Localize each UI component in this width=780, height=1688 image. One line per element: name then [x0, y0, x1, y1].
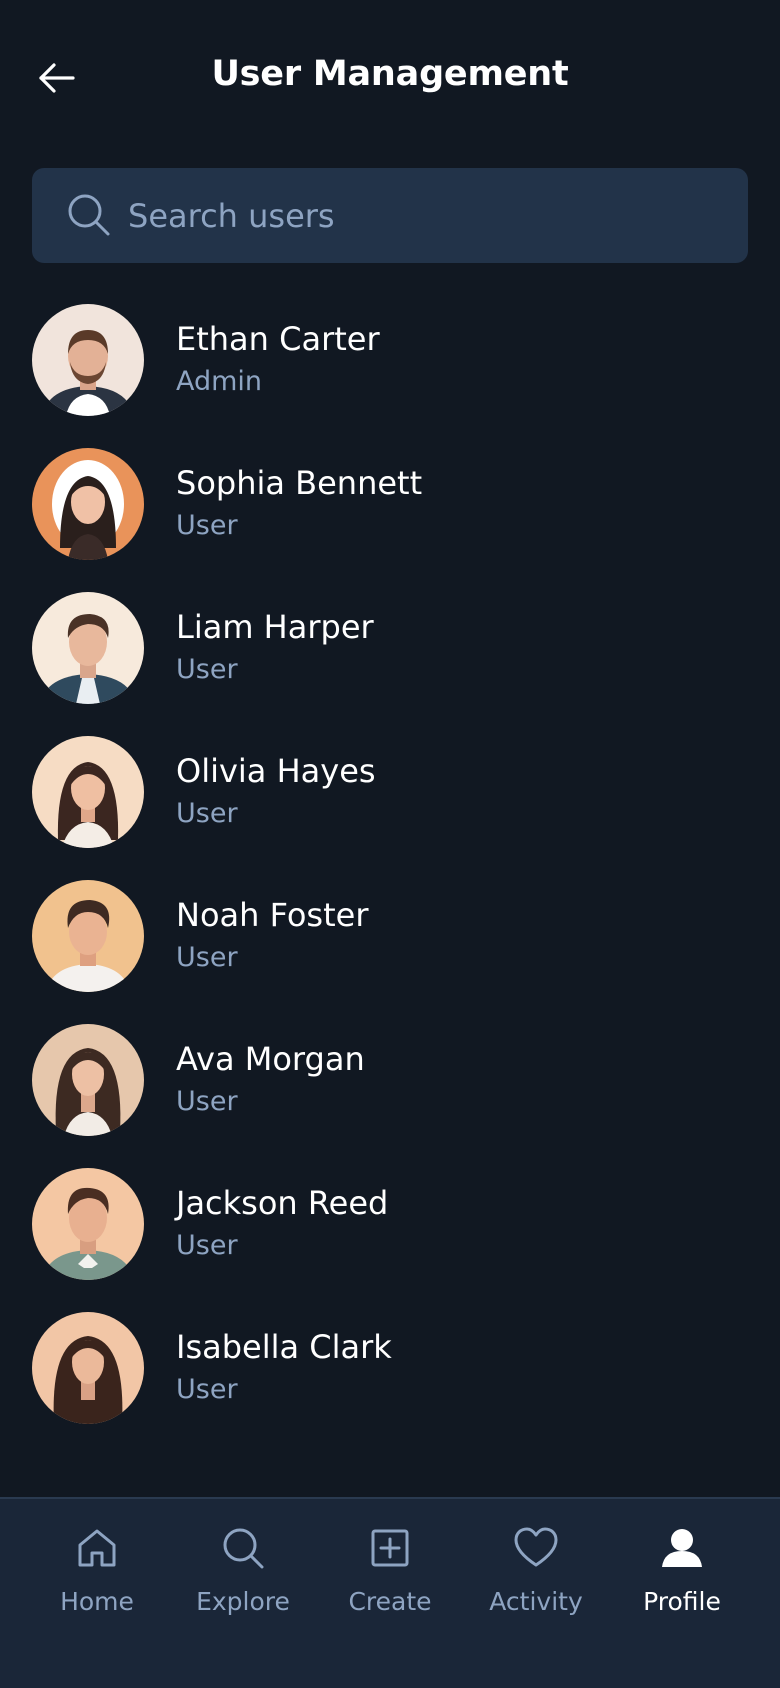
user-role: User [176, 1086, 238, 1117]
user-role: User [176, 1374, 238, 1405]
home-icon [78, 1529, 116, 1567]
user-role: User [176, 654, 238, 685]
avatar [32, 880, 144, 992]
nav-item-home[interactable]: Home [24, 1525, 170, 1645]
user-row[interactable]: Isabella Clark User [0, 1308, 780, 1452]
avatar [32, 1024, 144, 1136]
avatar [32, 592, 144, 704]
user-name: Ava Morgan [176, 1040, 365, 1078]
search-icon [68, 194, 110, 236]
user-row[interactable]: Ava Morgan User [0, 1020, 780, 1164]
user-row[interactable]: Liam Harper User [0, 588, 780, 732]
user-row[interactable]: Noah Foster User [0, 876, 780, 1020]
user-name: Olivia Hayes [176, 752, 376, 790]
plus-square-icon [371, 1529, 409, 1567]
user-row[interactable]: Jackson Reed User [0, 1164, 780, 1308]
user-name: Liam Harper [176, 608, 374, 646]
search-input[interactable] [128, 168, 728, 263]
nav-label: Activity [489, 1587, 583, 1616]
user-name: Ethan Carter [176, 320, 380, 358]
search-icon [223, 1528, 264, 1569]
user-role: User [176, 1230, 238, 1261]
avatar [32, 1312, 144, 1424]
user-name: Jackson Reed [176, 1184, 389, 1222]
user-role: User [176, 510, 238, 541]
user-role: Admin [176, 366, 263, 397]
nav-item-profile[interactable]: Profile [609, 1525, 755, 1645]
nav-item-create[interactable]: Create [317, 1525, 463, 1645]
search-bar[interactable] [32, 168, 748, 263]
nav-item-explore[interactable]: Explore [170, 1525, 316, 1645]
user-role: User [176, 942, 238, 973]
nav-item-activity[interactable]: Activity [463, 1525, 609, 1645]
bottom-nav: Home Explore Create Activity Profile [0, 1497, 780, 1688]
person-icon [662, 1529, 702, 1567]
user-list: Ethan Carter Admin Sophia Bennett User L… [0, 300, 780, 1452]
user-management-screen: User Management Ethan Car [0, 0, 780, 1688]
nav-label: Profile [643, 1587, 721, 1616]
user-name: Noah Foster [176, 896, 369, 934]
nav-label: Home [60, 1587, 134, 1616]
heart-icon [514, 1527, 558, 1567]
nav-label: Explore [196, 1587, 290, 1616]
avatar [32, 736, 144, 848]
user-role: User [176, 798, 238, 829]
avatar [32, 448, 144, 560]
user-row[interactable]: Olivia Hayes User [0, 732, 780, 876]
user-name: Isabella Clark [176, 1328, 392, 1366]
user-row[interactable]: Sophia Bennett User [0, 444, 780, 588]
avatar [32, 1168, 144, 1280]
user-name: Sophia Bennett [176, 464, 423, 502]
avatar [32, 304, 144, 416]
page-title: User Management [211, 54, 569, 94]
user-row[interactable]: Ethan Carter Admin [0, 300, 780, 444]
nav-label: Create [348, 1587, 432, 1616]
header: User Management [0, 0, 780, 156]
